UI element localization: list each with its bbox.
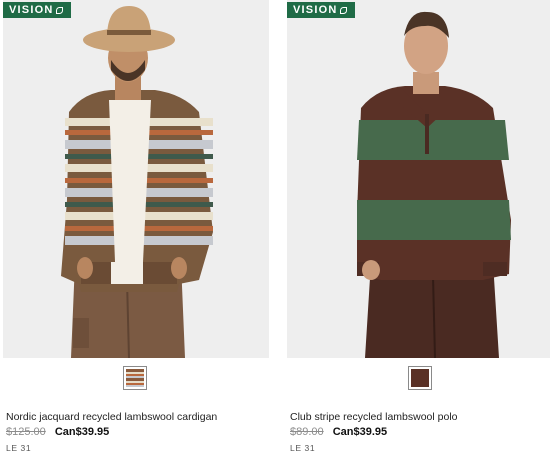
- vision-badge: VISION: [3, 2, 71, 18]
- leaf-icon: [55, 6, 63, 14]
- product-image-polo[interactable]: VISION: [287, 0, 550, 358]
- product-card: VISION Club stripe recycled lambswool po…: [287, 0, 550, 455]
- color-swatch-cardigan[interactable]: [123, 366, 147, 390]
- product-image-cardigan[interactable]: VISION: [3, 0, 269, 358]
- product-name[interactable]: Nordic jacquard recycled lambswool cardi…: [6, 411, 217, 423]
- price-block: $125.00 Can$39.95: [6, 426, 109, 438]
- product-card: VISION Nordic jacquard recycled lambswoo…: [3, 0, 269, 455]
- product-photo: [287, 0, 550, 358]
- product-photo: [3, 0, 269, 358]
- price-block: $89.00 Can$39.95: [290, 426, 387, 438]
- sale-price: Can$39.95: [54, 426, 110, 438]
- leaf-icon: [339, 6, 347, 14]
- badge-label: VISION: [293, 4, 338, 16]
- promo-code: LE 31: [290, 443, 316, 453]
- color-swatch-polo[interactable]: [408, 366, 432, 390]
- promo-code: LE 31: [6, 443, 32, 453]
- sale-price: Can$39.95: [332, 426, 388, 438]
- original-price: $125.00: [6, 426, 46, 438]
- swatch-chip: [126, 369, 144, 387]
- swatch-chip: [411, 369, 429, 387]
- vision-badge: VISION: [287, 2, 355, 18]
- original-price: $89.00: [290, 426, 324, 438]
- badge-label: VISION: [9, 4, 54, 16]
- product-name[interactable]: Club stripe recycled lambswool polo: [290, 411, 458, 423]
